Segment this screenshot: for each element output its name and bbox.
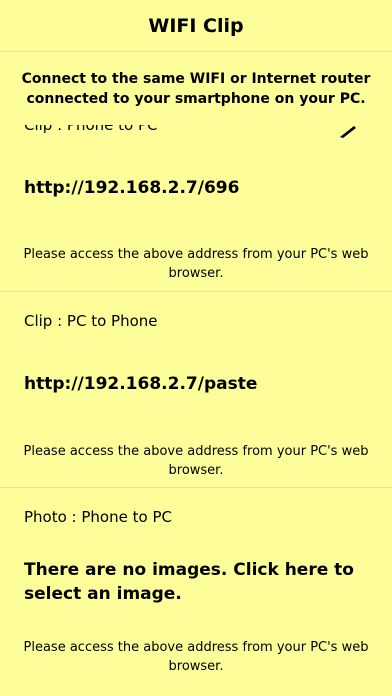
clip-pc-to-phone-section: Clip : PC to Phone http://192.168.2.7/pa…	[0, 291, 392, 487]
section-title: Photo : Phone to PC	[24, 508, 172, 526]
section-note: Please access the above address from you…	[23, 247, 369, 281]
select-image-button[interactable]: There are no images. Click here to selec…	[24, 558, 354, 606]
section-note: Please access the above address from you…	[23, 640, 369, 674]
clip-phone-to-pc-section: Clip : Phone to PC http://192.168.2.7/69…	[0, 96, 392, 291]
section-note: Please access the above address from you…	[23, 444, 369, 478]
banner-text: Connect to the same WIFI or Internet rou…	[21, 71, 371, 107]
pencil-icon[interactable]	[338, 123, 358, 139]
connection-banner: Connect to the same WIFI or Internet rou…	[0, 53, 392, 125]
clip-pc-to-phone-address[interactable]: http://192.168.2.7/paste	[24, 374, 257, 394]
nav-title: WIFI Clip	[148, 14, 244, 37]
clip-phone-to-pc-address[interactable]: http://192.168.2.7/696	[24, 178, 239, 198]
nav-bar: WIFI Clip	[0, 0, 392, 52]
section-title: Clip : PC to Phone	[24, 312, 158, 330]
photo-phone-to-pc-section: Photo : Phone to PC There are no images.…	[0, 487, 392, 696]
